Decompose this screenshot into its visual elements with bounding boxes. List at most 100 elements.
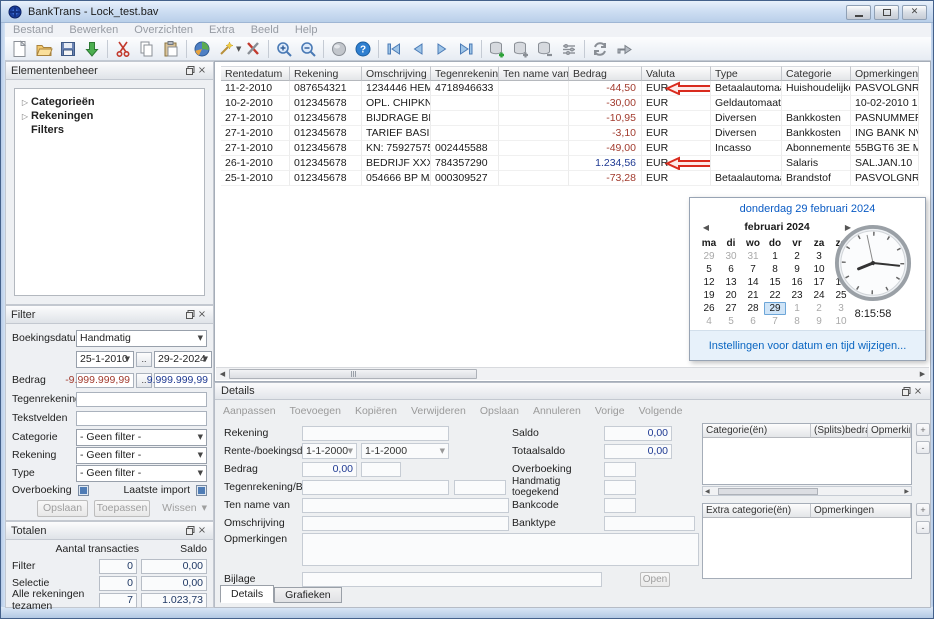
calendar-day[interactable]: 1 <box>764 250 786 263</box>
scrollbar-thumb[interactable] <box>717 487 818 495</box>
detail-description-field[interactable] <box>302 515 509 531</box>
category-filter-select[interactable]: - Geen filter - ▼ <box>76 428 207 446</box>
filter-clear-button[interactable]: Wissen <box>162 502 196 514</box>
tree-item-categorie-n[interactable]: ▷ Categorieën <box>19 95 200 109</box>
chevron-down-icon[interactable]: ▼ <box>202 504 207 512</box>
transaction-row[interactable]: 10-2-2010012345678OPL. CHIPKNIP 0... -30,… <box>221 96 919 111</box>
detail-manual-field[interactable] <box>604 479 636 495</box>
calendar-day[interactable]: 31 <box>742 250 764 263</box>
date-to-select[interactable]: 29-2-2024 ▼ <box>154 350 212 368</box>
calendar-day[interactable]: 9 <box>808 315 830 328</box>
tree-item-filters[interactable]: Filters <box>19 123 200 137</box>
split-column-opmerkingen[interactable]: Opmerkingen <box>868 424 911 438</box>
paste-button[interactable] <box>159 38 183 60</box>
date-from-select[interactable]: 25-1-2010 ▼ <box>76 350 134 368</box>
split-column-categorie-n[interactable]: Categorie(ën) <box>703 424 811 438</box>
split-remove-button[interactable]: - <box>916 441 930 454</box>
close-panel-icon[interactable]: × <box>196 309 208 321</box>
calendar-day[interactable]: 21 <box>742 289 764 302</box>
extra-remove-button[interactable]: - <box>916 521 930 534</box>
globe-button[interactable] <box>327 38 351 60</box>
amount-min-input[interactable]: -9.999.999,99 <box>65 372 134 388</box>
menu-item-extra[interactable]: Extra <box>201 24 243 36</box>
calendar-day[interactable]: 24 <box>808 289 830 302</box>
transaction-row[interactable]: 26-1-2010 012345678 BEDRIJF XXX 784357290 1.… <box>221 156 919 171</box>
close-button[interactable]: ✕ <box>902 5 927 20</box>
cut-button[interactable] <box>111 38 135 60</box>
extra-column-extra-categorie-n[interactable]: Extra categorie(ën) <box>703 504 811 518</box>
calendar-day[interactable]: 3 <box>808 250 830 263</box>
magic-wand-button[interactable] <box>214 38 238 60</box>
datetime-settings-link[interactable]: Instellingen voor datum en tijd wijzigen… <box>690 330 925 360</box>
close-panel-icon[interactable]: × <box>196 65 208 77</box>
pie-chart-button[interactable] <box>190 38 214 60</box>
calendar-day[interactable]: 2 <box>786 250 808 263</box>
filter-save-button[interactable]: Opslaan <box>37 499 88 517</box>
calendar-day[interactable]: 7 <box>764 315 786 328</box>
menu-item-bewerken[interactable]: Bewerken <box>61 24 126 36</box>
calendar-day[interactable]: 29 <box>698 250 720 263</box>
detail-bankcode-field[interactable] <box>604 497 636 513</box>
account-filter-select[interactable]: - Geen filter - ▼ <box>76 446 207 464</box>
column-header-categorie[interactable]: Categorie <box>782 66 851 81</box>
export-button[interactable] <box>612 38 636 60</box>
transfer-checkbox[interactable] <box>77 484 89 496</box>
attachment-open-button[interactable]: Open <box>640 571 670 587</box>
filter-apply-button[interactable]: Toepassen <box>93 499 151 517</box>
scroll-left-icon[interactable]: ◀ <box>216 368 229 380</box>
calendar-month-label[interactable]: februari 2024 <box>714 221 840 233</box>
calendar-day[interactable]: 15 <box>764 276 786 289</box>
zoom-out-button[interactable] <box>296 38 320 60</box>
calendar-day[interactable]: 19 <box>698 289 720 302</box>
detail-banktype-field[interactable] <box>604 515 695 531</box>
copy-button[interactable] <box>135 38 159 60</box>
menu-item-beeld[interactable]: Beeld <box>243 24 287 36</box>
calendar-day[interactable]: 5 <box>720 315 742 328</box>
calendar-day[interactable]: 9 <box>786 263 808 276</box>
calendar-day[interactable]: 6 <box>742 315 764 328</box>
counter-account-filter-input[interactable] <box>76 391 207 407</box>
calendar-day[interactable]: 7 <box>742 263 764 276</box>
transaction-row[interactable]: 27-1-2010012345678KN: 7592757597...00244… <box>221 141 919 156</box>
expand-icon[interactable]: ▷ <box>19 112 31 121</box>
minimize-button[interactable] <box>846 5 871 20</box>
column-header-omschrijving[interactable]: Omschrijving <box>362 66 431 81</box>
help-button[interactable]: ? <box>351 38 375 60</box>
calendar-day[interactable]: 5 <box>698 263 720 276</box>
scroll-right-icon[interactable]: ▶ <box>916 368 929 380</box>
calendar-day[interactable]: 8 <box>786 315 808 328</box>
float-panel-icon[interactable] <box>184 309 196 321</box>
last-record-button[interactable] <box>454 38 478 60</box>
calendar-day[interactable]: 26 <box>698 302 720 315</box>
database-insert-button[interactable] <box>509 38 533 60</box>
calendar-prev-icon[interactable]: ◀ <box>698 223 714 232</box>
transaction-row[interactable]: 11-2-20100876543211234446 HEMA D...47189… <box>221 81 919 96</box>
database-add-button[interactable] <box>485 38 509 60</box>
close-panel-icon[interactable]: × <box>196 525 208 537</box>
extra-column-opmerkingen[interactable]: Opmerkingen <box>811 504 911 518</box>
split-column-splits-bedrag[interactable]: (Splits)bedrag <box>811 424 868 438</box>
calendar-day[interactable]: 1 <box>786 302 808 315</box>
new-file-button[interactable] <box>8 38 32 60</box>
scroll-left-icon[interactable]: ◀ <box>705 488 710 495</box>
column-header-bedrag[interactable]: Bedrag <box>569 66 642 81</box>
database-remove-button[interactable] <box>533 38 557 60</box>
column-header-rekening[interactable]: Rekening <box>290 66 362 81</box>
table-horizontal-scrollbar[interactable]: ◀ ▶ <box>216 367 929 380</box>
calendar-day[interactable]: 30 <box>720 250 742 263</box>
float-panel-icon[interactable] <box>184 525 196 537</box>
previous-record-button[interactable] <box>406 38 430 60</box>
menu-item-help[interactable]: Help <box>287 24 326 36</box>
tab-grafieken[interactable]: Grafieken <box>274 587 342 603</box>
details-action-kopi-ren[interactable]: Kopiëren <box>355 405 397 417</box>
column-header-opmerkingen[interactable]: Opmerkingen <box>851 66 919 81</box>
type-filter-select[interactable]: - Geen filter - ▼ <box>76 464 207 482</box>
calendar-day[interactable]: 16 <box>786 276 808 289</box>
tree-item-rekeningen[interactable]: ▷ Rekeningen <box>19 109 200 123</box>
database-compare-button[interactable] <box>557 38 581 60</box>
open-file-button[interactable] <box>32 38 56 60</box>
calendar-day[interactable]: 4 <box>698 315 720 328</box>
refresh-button[interactable] <box>588 38 612 60</box>
calendar-day[interactable]: 10 <box>808 263 830 276</box>
details-action-opslaan[interactable]: Opslaan <box>480 405 519 417</box>
